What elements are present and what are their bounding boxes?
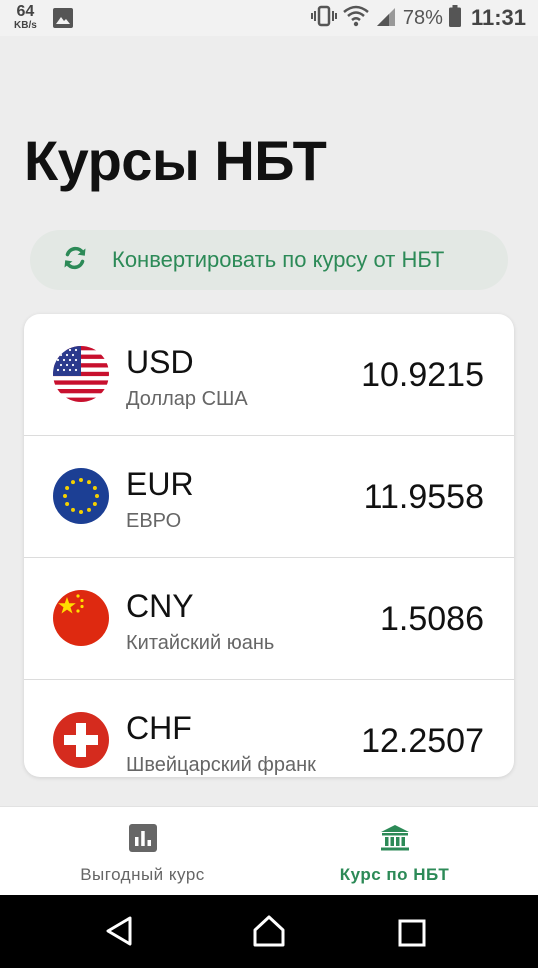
eu-flag-icon — [53, 468, 109, 524]
signal-icon — [375, 5, 397, 32]
nav-item-best-rate[interactable]: Выгодный курс — [8, 807, 277, 896]
clock: 11:31 — [470, 5, 526, 30]
page-title: Курсы НБТ — [24, 129, 327, 192]
currency-code: USD — [126, 344, 194, 380]
convert-button[interactable]: Конвертировать по курсу от НБТ — [30, 230, 508, 290]
currency-rate: 10.9215 — [361, 356, 484, 394]
wifi-icon — [343, 5, 369, 32]
gallery-icon — [53, 8, 73, 33]
currency-rate: 11.9558 — [363, 478, 484, 516]
battery-icon — [448, 4, 461, 32]
nav-item-nbt-rate[interactable]: Курс по НБТ — [260, 807, 529, 896]
currency-name: ЕВРО — [126, 510, 182, 532]
currency-row-chf[interactable]: CHF Швейцарский франк 12.2507 — [24, 680, 514, 777]
refresh-icon — [60, 243, 90, 278]
currency-row-cny[interactable]: CNY Китайский юань 1.5086 — [24, 558, 514, 680]
us-flag-icon — [53, 346, 109, 402]
currency-rate: 12.2507 — [361, 722, 484, 760]
currency-name: Доллар США — [126, 388, 248, 410]
network-speed: 64 KB/s — [14, 4, 37, 31]
network-speed-unit: KB/s — [14, 20, 37, 31]
network-speed-value: 64 — [16, 3, 35, 20]
nav-item-label: Выгодный курс — [80, 865, 205, 884]
currency-code: CNY — [126, 588, 194, 624]
home-icon[interactable] — [252, 915, 286, 952]
nav-item-label: Курс по НБТ — [339, 865, 450, 884]
system-nav-bar — [0, 895, 538, 968]
currency-row-eur[interactable]: EUR ЕВРО 11.9558 — [24, 436, 514, 558]
currency-name: Китайский юань — [126, 632, 275, 654]
ch-flag-icon — [53, 712, 109, 768]
currency-code: EUR — [126, 466, 194, 502]
currency-code: CHF — [126, 710, 192, 746]
bar-chart-icon — [128, 824, 157, 857]
back-icon[interactable] — [104, 915, 134, 952]
convert-button-label: Конвертировать по курсу от НБТ — [112, 247, 445, 272]
bottom-nav: Выгодный курс Курс по НБТ — [0, 806, 538, 895]
currency-rate: 1.5086 — [380, 600, 484, 638]
status-bar: 64 KB/s 78% 11:31 — [0, 0, 538, 36]
recents-icon[interactable] — [398, 919, 426, 952]
cn-flag-icon — [53, 590, 109, 646]
currency-row-usd[interactable]: USD Доллар США 10.9215 — [24, 314, 514, 436]
currency-list: USD Доллар США 10.9215 EUR ЕВРО 11.9558 — [24, 314, 514, 777]
vibrate-icon — [310, 5, 337, 32]
bank-icon — [380, 824, 410, 857]
battery-percent: 78% — [402, 6, 443, 29]
currency-name: Швейцарский франк — [126, 754, 316, 776]
